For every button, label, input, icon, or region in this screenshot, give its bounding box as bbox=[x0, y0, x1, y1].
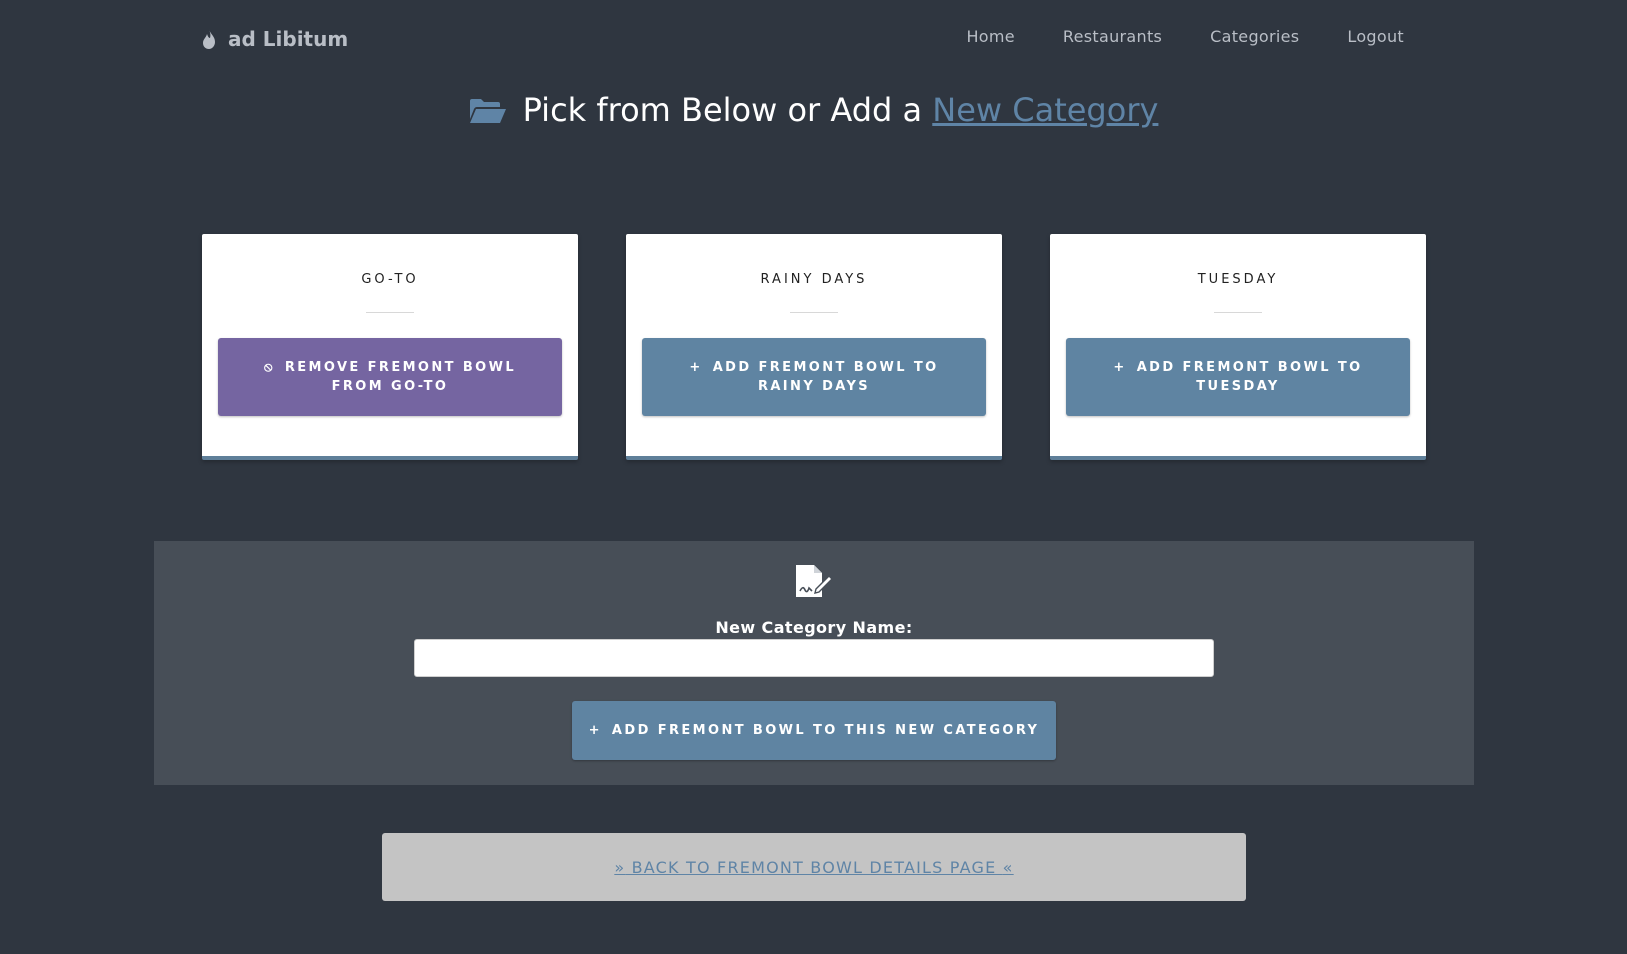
top-navbar: ad Libitum Home Restaurants Categories L… bbox=[0, 0, 1627, 80]
remove-from-go-to-button[interactable]: ⦸ REMOVE FREMONT BOWL FROM GO-TO bbox=[218, 338, 562, 416]
new-category-link[interactable]: New Category bbox=[932, 91, 1158, 129]
page-heading: Pick from Below or Add a New Category bbox=[0, 86, 1627, 138]
add-to-new-category-button[interactable]: + ADD FREMONT BOWL TO THIS NEW CATEGORY bbox=[572, 701, 1056, 760]
nav-link-categories[interactable]: Categories bbox=[1210, 27, 1299, 46]
card-divider bbox=[1214, 312, 1262, 313]
button-label: ADD FREMONT BOWL TO RAINY DAYS bbox=[712, 360, 939, 394]
double-chevron-left-icon: « bbox=[1002, 857, 1014, 877]
category-card-rainy-days: RAINY DAYS + ADD FREMONT BOWL TO RAINY DA… bbox=[626, 234, 1002, 460]
nav-link-home[interactable]: Home bbox=[966, 27, 1014, 46]
page-title: Pick from Below or Add a bbox=[522, 91, 933, 129]
back-link-label: BACK TO FREMONT BOWL DETAILS PAGE bbox=[625, 857, 1003, 877]
plus-icon: + bbox=[689, 360, 703, 375]
card-title: TUESDAY bbox=[1197, 272, 1279, 287]
category-cards: GO-TO ⦸ REMOVE FREMONT BOWL FROM GO-TO RA… bbox=[202, 234, 1426, 460]
category-card-go-to: GO-TO ⦸ REMOVE FREMONT BOWL FROM GO-TO bbox=[202, 234, 578, 460]
card-title: RAINY DAYS bbox=[760, 272, 868, 287]
nav-link-logout[interactable]: Logout bbox=[1347, 27, 1404, 46]
card-divider bbox=[790, 312, 838, 313]
new-category-input[interactable] bbox=[414, 639, 1214, 677]
add-to-tuesday-button[interactable]: + ADD FREMONT BOWL TO TUESDAY bbox=[1066, 338, 1410, 416]
nav-links: Home Restaurants Categories Logout bbox=[966, 27, 1404, 46]
button-label: ADD FREMONT BOWL TO TUESDAY bbox=[1136, 360, 1363, 394]
category-card-tuesday: TUESDAY + ADD FREMONT BOWL TO TUESDAY bbox=[1050, 234, 1426, 460]
brand-name: ad Libitum bbox=[228, 27, 349, 51]
button-label: ADD FREMONT BOWL TO THIS NEW CATEGORY bbox=[611, 723, 1040, 738]
new-category-form: New Category Name: + ADD FREMONT BOWL TO … bbox=[154, 541, 1474, 785]
card-divider bbox=[366, 312, 414, 313]
back-bar: » BACK TO FREMONT BOWL DETAILS PAGE « bbox=[382, 833, 1246, 901]
plus-icon: + bbox=[1113, 360, 1127, 375]
nav-link-restaurants[interactable]: Restaurants bbox=[1063, 27, 1162, 46]
folder-open-icon bbox=[469, 90, 507, 138]
double-chevron-right-icon: » bbox=[614, 857, 626, 877]
plus-icon: + bbox=[588, 723, 602, 738]
button-label: REMOVE FREMONT BOWL FROM GO-TO bbox=[284, 360, 517, 394]
ban-icon: ⦸ bbox=[263, 360, 275, 375]
flame-icon bbox=[203, 29, 215, 49]
brand[interactable]: ad Libitum bbox=[200, 24, 348, 54]
card-title: GO-TO bbox=[361, 272, 419, 287]
new-category-label: New Category Name: bbox=[715, 618, 913, 637]
add-to-rainy-days-button[interactable]: + ADD FREMONT BOWL TO RAINY DAYS bbox=[642, 338, 986, 416]
file-signature-icon bbox=[796, 565, 833, 597]
back-to-details-link[interactable]: » BACK TO FREMONT BOWL DETAILS PAGE « bbox=[614, 858, 1013, 877]
